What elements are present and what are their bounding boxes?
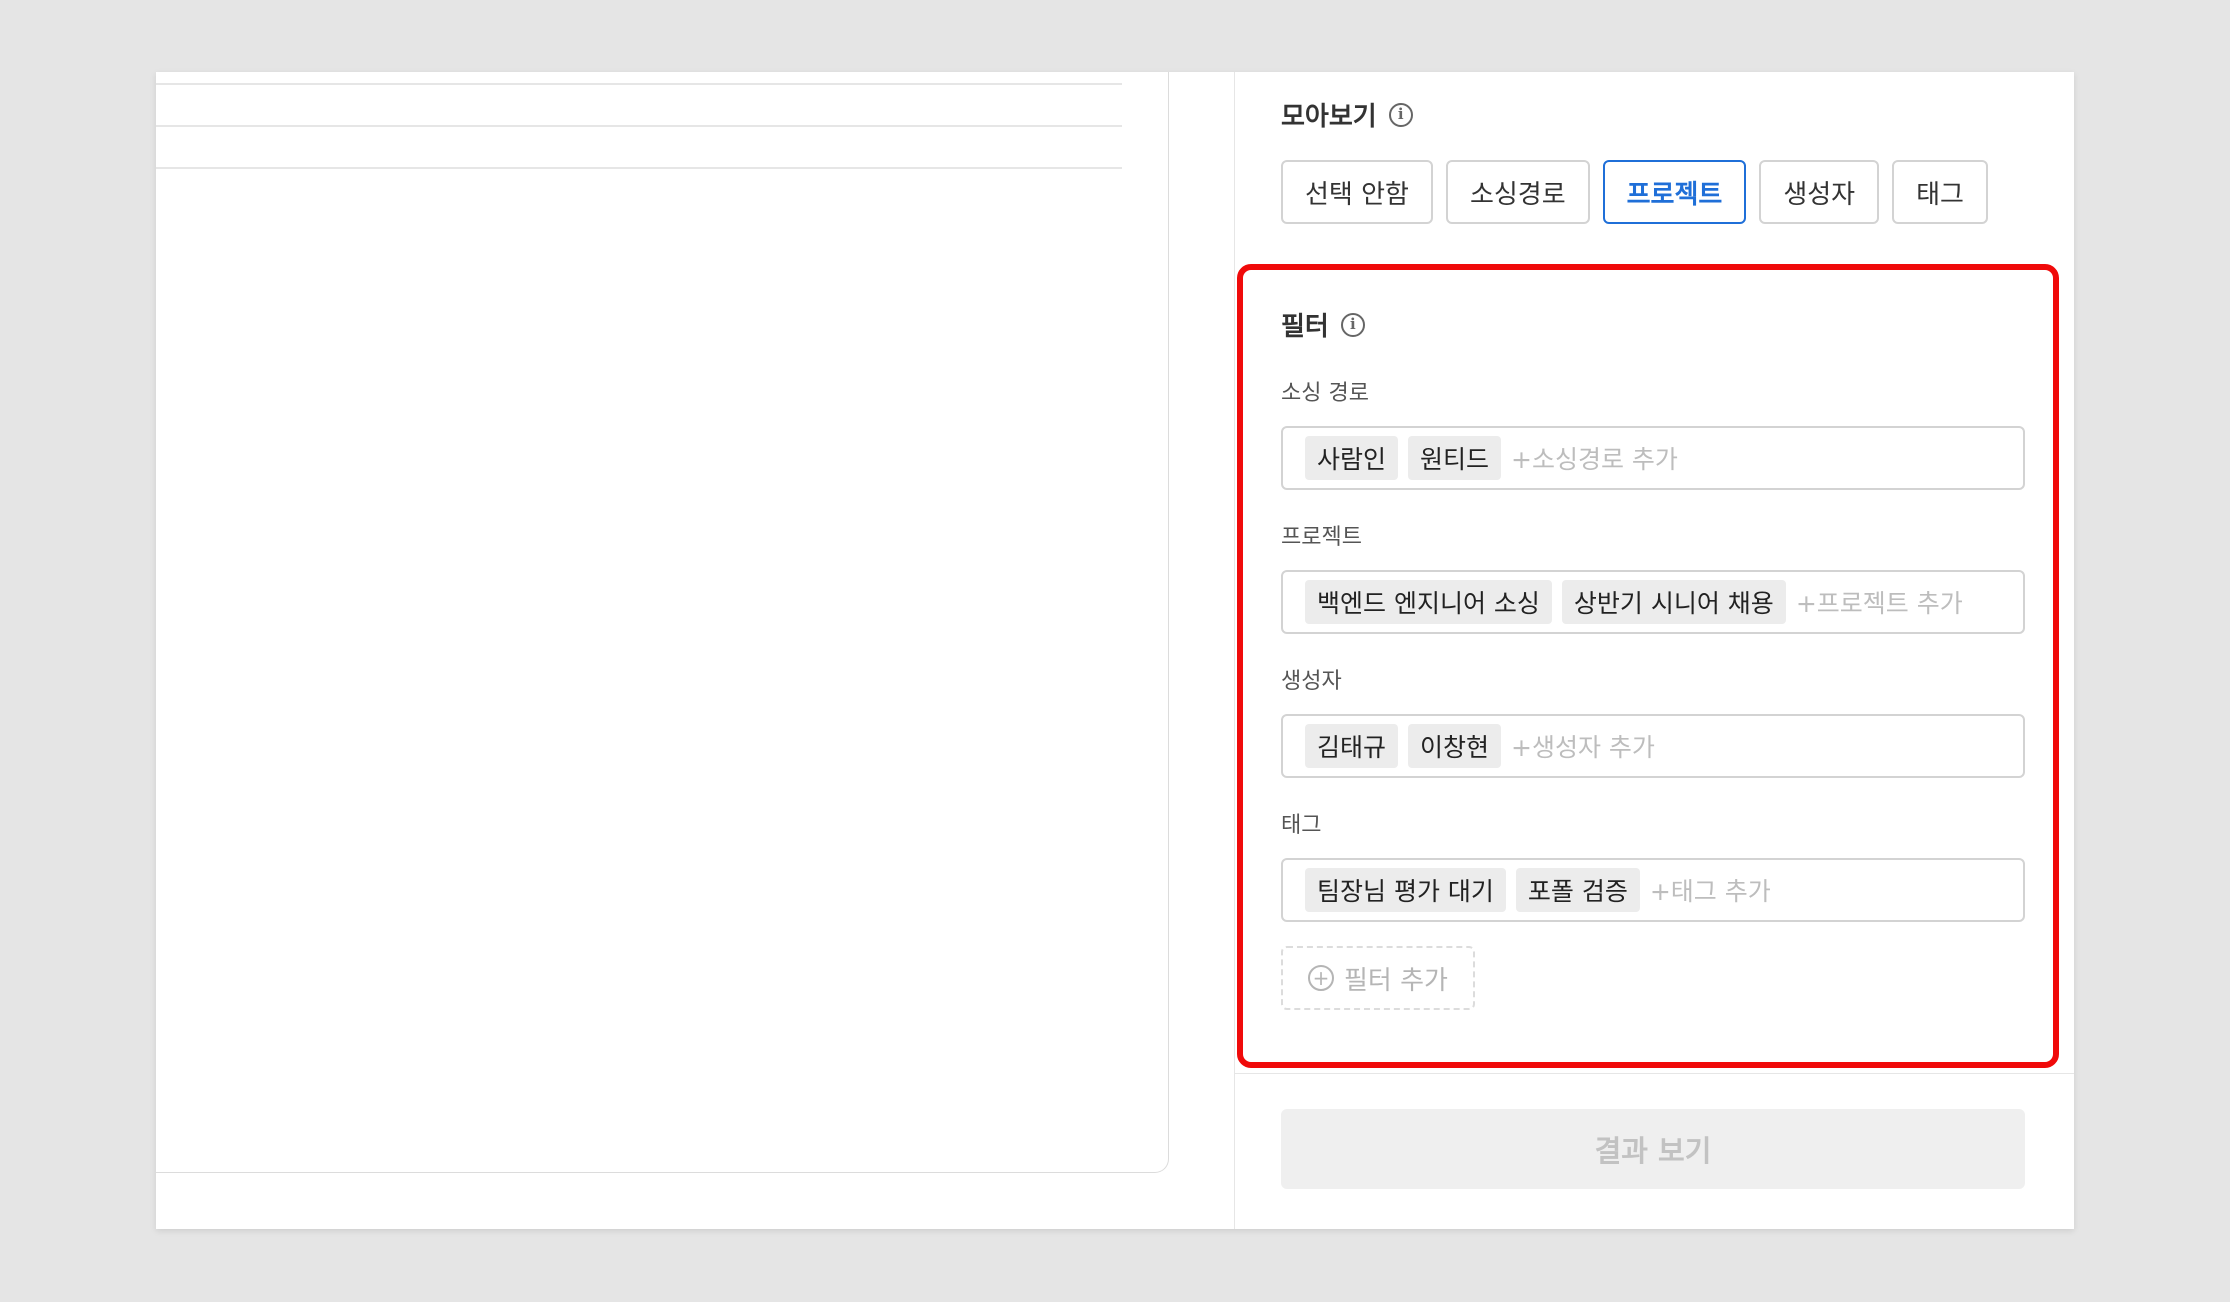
filter-chip[interactable]: 사람인	[1305, 436, 1399, 480]
list-row-divider	[156, 83, 1122, 85]
app-window: 모아보기 i 선택 안함 소싱경로 프로젝트 생성자 태그 필터 i 소싱 경로…	[156, 72, 2074, 1229]
filter-chip[interactable]: 팀장님 평가 대기	[1305, 868, 1506, 912]
content-panel	[156, 72, 1169, 1173]
filter-group-label-sourcing: 소싱 경로	[1281, 381, 1369, 406]
show-results-button[interactable]: 결과 보기	[1281, 1109, 2025, 1189]
view-section-title-label: 모아보기	[1281, 102, 1377, 132]
filter-group-label-project: 프로젝트	[1281, 525, 1362, 550]
tag-filter-field[interactable]: 팀장님 평가 대기 포폴 검증 +태그 추가	[1281, 858, 2025, 922]
filter-group-label-creator: 생성자	[1281, 669, 1342, 694]
filter-group-label-tag: 태그	[1281, 813, 1322, 838]
add-filter-button[interactable]: + 필터 추가	[1281, 946, 1475, 1010]
add-tag-hint[interactable]: +태그 추가	[1650, 872, 1771, 908]
view-section-title: 모아보기 i	[1281, 96, 1413, 133]
filter-chip[interactable]: 백엔드 엔지니어 소싱	[1305, 580, 1552, 624]
filter-chip[interactable]: 원티드	[1408, 436, 1502, 480]
add-filter-label: 필터 추가	[1344, 965, 1448, 996]
add-creator-hint[interactable]: +생성자 추가	[1511, 728, 1655, 764]
creator-filter-field[interactable]: 김태규 이창현 +생성자 추가	[1281, 714, 2025, 778]
filter-chip[interactable]: 이창현	[1408, 724, 1502, 768]
sourcing-filter-field[interactable]: 사람인 원티드 +소싱경로 추가	[1281, 426, 2025, 490]
list-row-divider	[156, 125, 1122, 127]
filter-section-title: 필터 i	[1281, 306, 1365, 343]
view-button-creator[interactable]: 생성자	[1759, 160, 1880, 224]
project-filter-field[interactable]: 백엔드 엔지니어 소싱 상반기 시니어 채용 +프로젝트 추가	[1281, 570, 2025, 634]
view-button-project[interactable]: 프로젝트	[1602, 160, 1747, 224]
filter-section-title-label: 필터	[1281, 312, 1329, 342]
filter-chip[interactable]: 포폴 검증	[1515, 868, 1640, 912]
view-button-tag[interactable]: 태그	[1892, 160, 1988, 224]
view-button-none[interactable]: 선택 안함	[1281, 160, 1433, 224]
plus-circle-icon: +	[1308, 965, 1335, 991]
add-project-hint[interactable]: +프로젝트 추가	[1796, 584, 1963, 620]
filter-sidebar: 모아보기 i 선택 안함 소싱경로 프로젝트 생성자 태그 필터 i 소싱 경로…	[1234, 72, 2074, 1229]
info-icon[interactable]: i	[1388, 102, 1413, 127]
view-button-sourcing[interactable]: 소싱경로	[1445, 160, 1590, 224]
divider	[1235, 1073, 2074, 1074]
filter-chip[interactable]: 김태규	[1305, 724, 1399, 768]
filter-chip[interactable]: 상반기 시니어 채용	[1561, 580, 1786, 624]
add-sourcing-hint[interactable]: +소싱경로 추가	[1511, 440, 1678, 476]
info-icon[interactable]: i	[1340, 312, 1365, 337]
view-button-group: 선택 안함 소싱경로 프로젝트 생성자 태그	[1281, 160, 1988, 224]
list-row-divider	[156, 167, 1122, 169]
